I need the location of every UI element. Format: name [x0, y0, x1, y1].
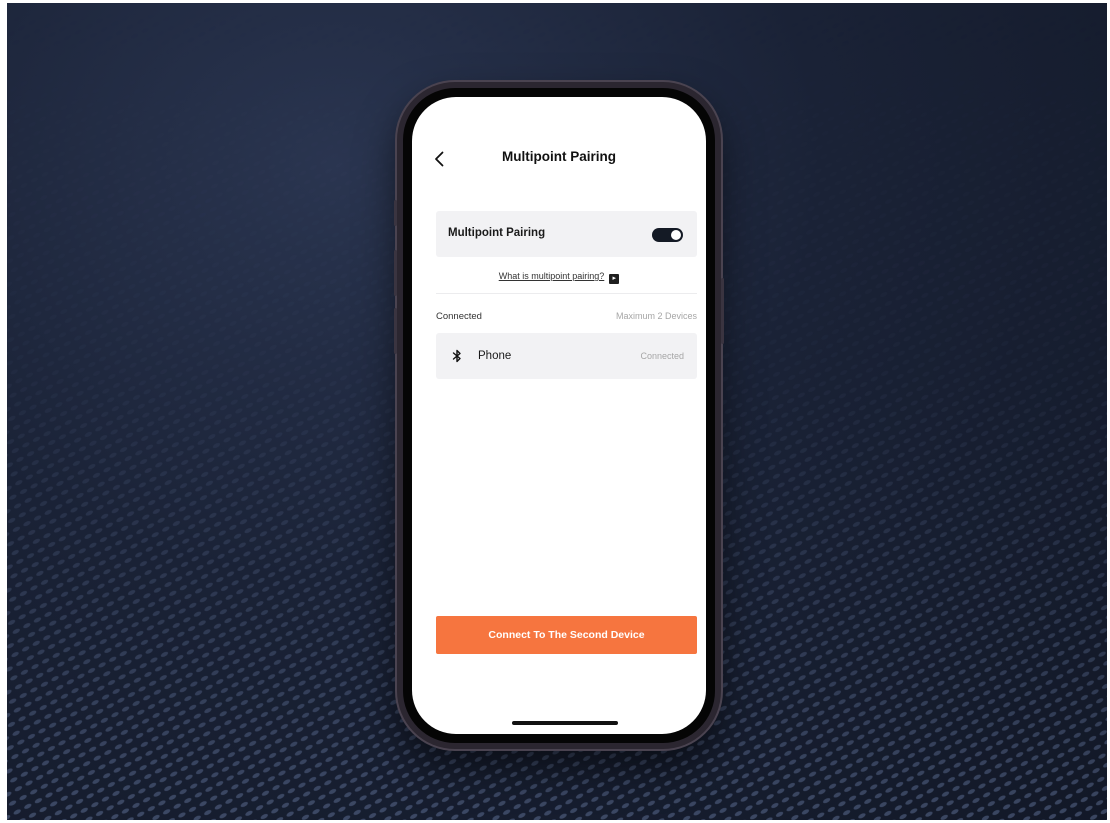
app-screen: Multipoint Pairing Multipoint Pairing Wh… — [412, 97, 706, 734]
multipoint-toggle[interactable] — [652, 228, 683, 242]
page-title: Multipoint Pairing — [502, 149, 616, 164]
toggle-knob — [671, 230, 681, 240]
arrow-right-icon[interactable]: ▸ — [609, 274, 620, 284]
backdrop: Multipoint Pairing Multipoint Pairing Wh… — [0, 0, 1110, 823]
device-row[interactable]: Phone Connected — [436, 333, 697, 379]
volume-down-button — [394, 308, 397, 354]
max-devices-note: Maximum 2 Devices — [615, 311, 697, 321]
device-status: Connected — [640, 351, 684, 361]
nav-bar: Multipoint Pairing — [412, 145, 706, 173]
mute-switch — [394, 200, 397, 226]
help-row: What is multipoint pairing? ▸ — [412, 271, 706, 284]
multipoint-setting-label: Multipoint Pairing — [448, 227, 546, 239]
phone-bezel: Multipoint Pairing Multipoint Pairing Wh… — [403, 88, 715, 743]
multipoint-setting-card: Multipoint Pairing — [436, 211, 697, 257]
power-button — [721, 278, 724, 344]
connect-second-device-button[interactable]: Connect To The Second Device — [436, 616, 697, 654]
bluetooth-icon — [452, 349, 461, 363]
connected-heading: Connected — [436, 311, 482, 322]
divider — [436, 293, 697, 294]
volume-up-button — [394, 250, 397, 296]
phone-frame: Multipoint Pairing Multipoint Pairing Wh… — [394, 82, 724, 749]
multipoint-help-link[interactable]: What is multipoint pairing? — [499, 271, 605, 281]
home-indicator[interactable] — [512, 721, 618, 725]
device-name: Phone — [478, 350, 512, 362]
